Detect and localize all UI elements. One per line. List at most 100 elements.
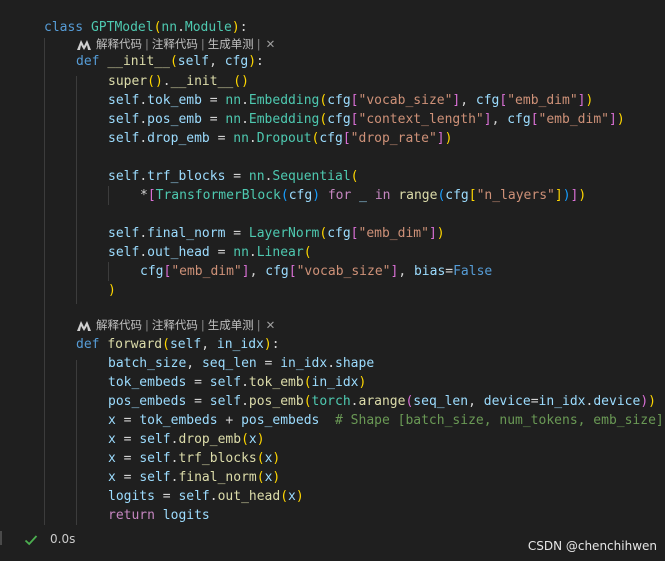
code-line[interactable]: x = self.trf_blocks(x) [108, 449, 280, 468]
code-line[interactable]: x = tok_embeds + pos_embeds # Shape [bat… [108, 411, 664, 430]
function-name: forward [107, 337, 163, 352]
class-name: Sequential [272, 169, 351, 184]
identifier: self [209, 375, 242, 390]
function-name: super [108, 74, 148, 89]
code-line[interactable]: def __init__(self, cfg): [76, 52, 264, 71]
string: "context_length" [358, 112, 484, 127]
class-name: GPTModel [90, 20, 154, 35]
execution-time: 0.0s [50, 532, 76, 546]
code-line[interactable]: self.drop_emb = nn.Dropout(cfg["drop_rat… [108, 129, 452, 148]
identifier: self [108, 245, 140, 260]
function-name: drop_emb [178, 432, 242, 447]
string: "n_layers" [476, 188, 555, 203]
code-line[interactable]: cfg["emb_dim"], cfg["vocab_size"], bias=… [140, 262, 492, 281]
param: in_idx [216, 337, 264, 352]
code-line[interactable]: pos_embeds = self.pos_emb(torch.arange(s… [108, 392, 656, 411]
code-editor[interactable]: class GPTModel(nn.Module): 解释代码 | 注释代码 |… [0, 0, 665, 525]
ai-assistant-icon [77, 320, 91, 331]
code-line[interactable]: self.out_head = nn.Linear( [108, 243, 312, 262]
identifier: x [108, 451, 116, 466]
lens-separator: | [145, 318, 149, 332]
code-line[interactable]: self.trf_blocks = nn.Sequential( [108, 167, 359, 186]
code-line[interactable]: batch_size, seq_len = in_idx.shape [108, 354, 374, 373]
identifier: self [139, 470, 171, 485]
code-line[interactable]: ) [108, 281, 116, 300]
identifier: cfg [319, 131, 343, 146]
class-name: TransformerBlock [155, 188, 281, 203]
keyword: False [453, 264, 493, 279]
keyword: in [374, 188, 391, 203]
indent-guide [76, 360, 77, 525]
identifier: self [178, 489, 210, 504]
identifier: tok_embeds [108, 375, 187, 390]
generate-unittest-link[interactable]: 生成单测 [208, 316, 254, 335]
identifier: x [288, 489, 296, 504]
identifier: tok_emb [147, 93, 202, 108]
string: "emb_dim" [358, 226, 429, 241]
code-line[interactable]: super().__init__() [108, 72, 249, 91]
code-line[interactable]: *[TransformerBlock(cfg) for _ in range(c… [140, 186, 586, 205]
close-icon[interactable]: ✕ [266, 316, 276, 335]
identifier: self [108, 226, 140, 241]
identifier: seq_len [201, 356, 257, 371]
indent-guide [76, 76, 77, 304]
indent-guide [108, 186, 109, 205]
code-line[interactable]: return logits [108, 506, 210, 525]
identifier: self [108, 93, 140, 108]
lens-separator: | [256, 318, 261, 332]
class-name: Dropout [256, 131, 312, 146]
function-name: __init__ [170, 74, 234, 89]
string: "emb_dim" [538, 112, 609, 127]
function-name: tok_emb [248, 375, 304, 390]
identifier: out_head [147, 245, 210, 260]
keyword: class [44, 20, 84, 35]
identifier: tok_embeds [139, 413, 218, 428]
identifier: self [209, 394, 242, 409]
identifier: self [139, 432, 171, 447]
identifier: batch_size [108, 356, 187, 371]
class-name: LayerNorm [248, 226, 320, 241]
identifier: cfg [327, 226, 351, 241]
code-line[interactable]: self.final_norm = LayerNorm(cfg["emb_dim… [108, 224, 445, 243]
identifier: in_idx [280, 356, 328, 371]
close-icon[interactable]: ✕ [266, 35, 276, 54]
identifier: _ [359, 188, 367, 203]
code-line[interactable]: self.pos_emb = nn.Embedding(cfg["context… [108, 110, 625, 129]
identifier: logits [108, 489, 155, 504]
module-name: torch [311, 394, 351, 409]
cell-edge-marker [0, 531, 2, 545]
ai-assistant-icon [77, 39, 91, 50]
code-line[interactable]: self.tok_emb = nn.Embedding(cfg["vocab_s… [108, 91, 593, 110]
identifier: device [483, 394, 531, 409]
identifier: x [108, 413, 116, 428]
identifier: final_norm [147, 226, 226, 241]
explain-code-link[interactable]: 解释代码 [96, 316, 142, 335]
function-name: arange [358, 394, 406, 409]
identifier: bias [413, 264, 446, 279]
lens-separator: | [200, 318, 205, 332]
string: "emb_dim" [507, 93, 578, 108]
function-name: pos_emb [248, 394, 304, 409]
function-name: final_norm [178, 470, 257, 485]
identifier: x [108, 470, 116, 485]
code-line[interactable]: x = self.drop_emb(x) [108, 430, 265, 449]
code-comment: # Shape [batch_size, num_tokens, emb_siz… [335, 413, 664, 428]
comment-code-link[interactable]: 注释代码 [152, 316, 198, 335]
identifier: self [108, 131, 140, 146]
code-line[interactable]: x = self.final_norm(x) [108, 468, 280, 487]
string: "drop_rate" [350, 131, 437, 146]
identifier: seq_len [413, 394, 469, 409]
keyword: def [76, 337, 100, 352]
module-name: nn [233, 245, 249, 260]
checkmark-icon [24, 535, 38, 546]
code-line[interactable]: logits = self.out_head(x) [108, 487, 304, 506]
code-line[interactable]: def forward(self, in_idx): [76, 335, 280, 354]
identifier: cfg [445, 188, 469, 203]
string: "vocab_size" [358, 93, 453, 108]
code-line[interactable]: tok_embeds = self.tok_emb(in_idx) [108, 373, 366, 392]
cell-status-bar: 0.0s CSDN @chenchihwen [0, 525, 665, 561]
identifier: cfg [507, 112, 531, 127]
indent-guide [108, 262, 109, 281]
identifier: self [108, 112, 140, 127]
identifier: self [139, 451, 171, 466]
